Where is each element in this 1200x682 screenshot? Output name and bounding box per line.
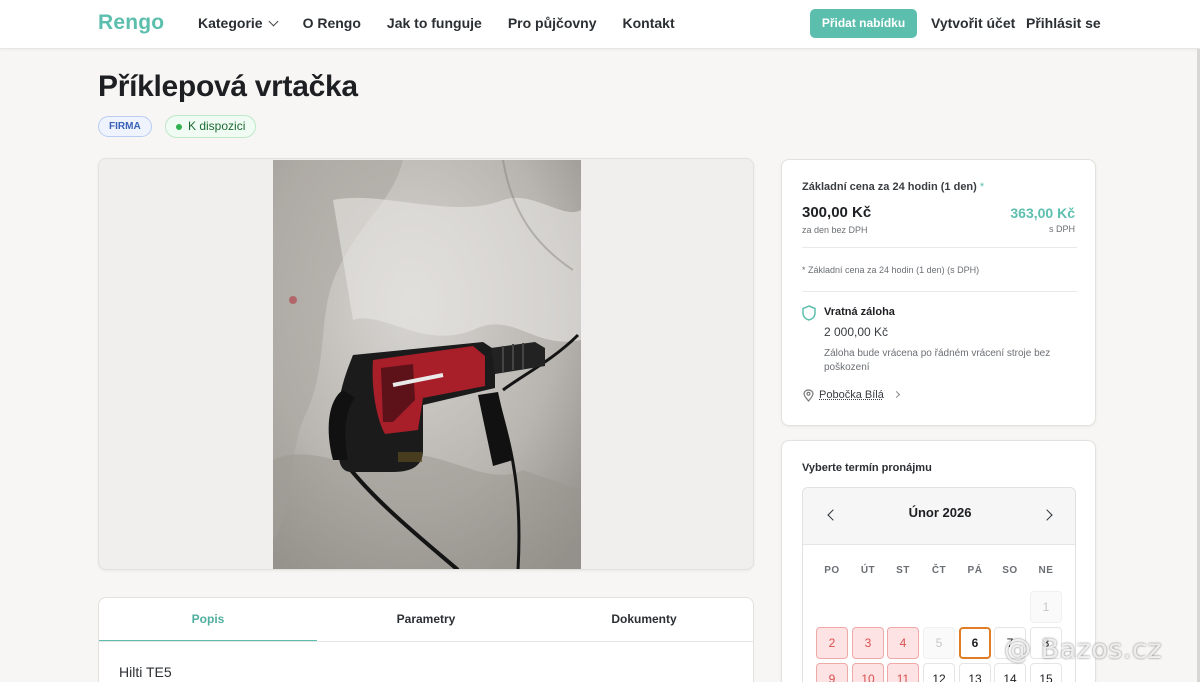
- product-tabs: Popis Parametry Dokumenty Hilti TE5: [98, 597, 754, 682]
- logo[interactable]: Rengo: [98, 11, 164, 35]
- add-offer-button[interactable]: Přidat nabídku: [810, 9, 917, 38]
- availability-label: K dispozici: [188, 119, 246, 133]
- nav-kategorie[interactable]: Kategorie: [198, 15, 279, 31]
- calendar-day: 10: [852, 663, 884, 682]
- branch-link[interactable]: Pobočka Bílá: [819, 389, 884, 401]
- weekday-label: SO: [1002, 565, 1018, 576]
- seller-type-badge: FIRMA: [98, 116, 152, 137]
- calendar-day: 3: [852, 627, 884, 659]
- price-heading-label: Základní cena za 24 hodin (1 den): [802, 181, 977, 193]
- product-gallery[interactable]: [98, 158, 754, 570]
- nav-kategorie-label: Kategorie: [198, 15, 263, 31]
- tab-parametry[interactable]: Parametry: [317, 598, 535, 642]
- product-description: Hilti TE5: [119, 664, 172, 680]
- price-footnote: * Základní cena za 24 hodin (1 den) (s D…: [802, 265, 980, 275]
- availability-badge: K dispozici: [165, 115, 257, 138]
- price-with-vat-note: s DPH: [1048, 224, 1075, 234]
- price-heading: Základní cena za 24 hodin (1 den) *: [802, 181, 984, 193]
- nav-kontakt[interactable]: Kontakt: [623, 15, 675, 31]
- weekday-label: ÚT: [860, 565, 876, 576]
- calendar-day[interactable]: 14: [994, 663, 1026, 682]
- divider: [802, 291, 1077, 292]
- calendar-day[interactable]: 12: [923, 663, 955, 682]
- price-card: Základní cena za 24 hodin (1 den) * 300,…: [781, 159, 1096, 426]
- tab-dokumenty[interactable]: Dokumenty: [535, 598, 753, 642]
- price-without-vat: 300,00 Kč: [802, 204, 872, 221]
- login-link[interactable]: Přihlásit se: [1026, 15, 1101, 31]
- status-dot-icon: [176, 124, 182, 130]
- create-account-link[interactable]: Vytvořit účet: [931, 15, 1015, 31]
- price-heading-mark: *: [979, 181, 985, 193]
- weekday-label: PO: [824, 565, 840, 576]
- calendar-day: 1: [1030, 591, 1062, 623]
- calendar-day: 9: [816, 663, 848, 682]
- tab-divider: [99, 641, 753, 642]
- calendar-day[interactable]: 13: [959, 663, 991, 682]
- weekday-label: ST: [896, 565, 910, 576]
- nav-o-rengo[interactable]: O Rengo: [303, 15, 361, 31]
- weekday-label: PÁ: [967, 565, 983, 576]
- weekday-label: ČT: [931, 565, 947, 576]
- calendar-day: 11: [887, 663, 919, 682]
- nav-jak-to-funguje[interactable]: Jak to funguje: [387, 15, 482, 31]
- deposit-note: Záloha bude vrácena po řádném vrácení st…: [824, 348, 1051, 373]
- weekday-label: NE: [1038, 565, 1054, 576]
- price-without-vat-note: za den bez DPH: [802, 225, 868, 235]
- calendar-month: Únor 2026: [908, 505, 972, 520]
- calendar-title: Vyberte termín pronájmu: [802, 462, 932, 474]
- deposit-value: 2 000,00 Kč: [824, 325, 889, 339]
- calendar-header: Únor 2026: [803, 488, 1075, 545]
- watermark: @ Bazos.cz: [1004, 634, 1163, 665]
- shield-icon: [802, 305, 816, 321]
- tab-popis[interactable]: Popis: [99, 598, 317, 642]
- location-pin-icon: [803, 389, 814, 402]
- drill-photo-illustration: [273, 160, 581, 569]
- divider: [802, 247, 1077, 248]
- page-title: Příklepová vrtačka: [98, 70, 358, 103]
- calendar-day-today[interactable]: 6: [959, 627, 991, 659]
- price-with-vat: 363,00 Kč: [1010, 205, 1075, 221]
- chevron-right-icon: [892, 390, 901, 399]
- calendar-day: 4: [887, 627, 919, 659]
- top-navigation-bar: Rengo Kategorie O Rengo Jak to funguje P…: [0, 0, 1200, 49]
- nav-pro-pujcovny[interactable]: Pro půjčovny: [508, 15, 597, 31]
- calendar-day: 2: [816, 627, 848, 659]
- deposit-title: Vratná záloha: [824, 306, 895, 318]
- calendar-day[interactable]: 15: [1030, 663, 1062, 682]
- main-nav: Kategorie O Rengo Jak to funguje Pro půj…: [198, 15, 675, 31]
- chevron-down-icon: [268, 16, 279, 27]
- calendar-day: 5: [923, 627, 955, 659]
- product-photo[interactable]: [273, 160, 581, 569]
